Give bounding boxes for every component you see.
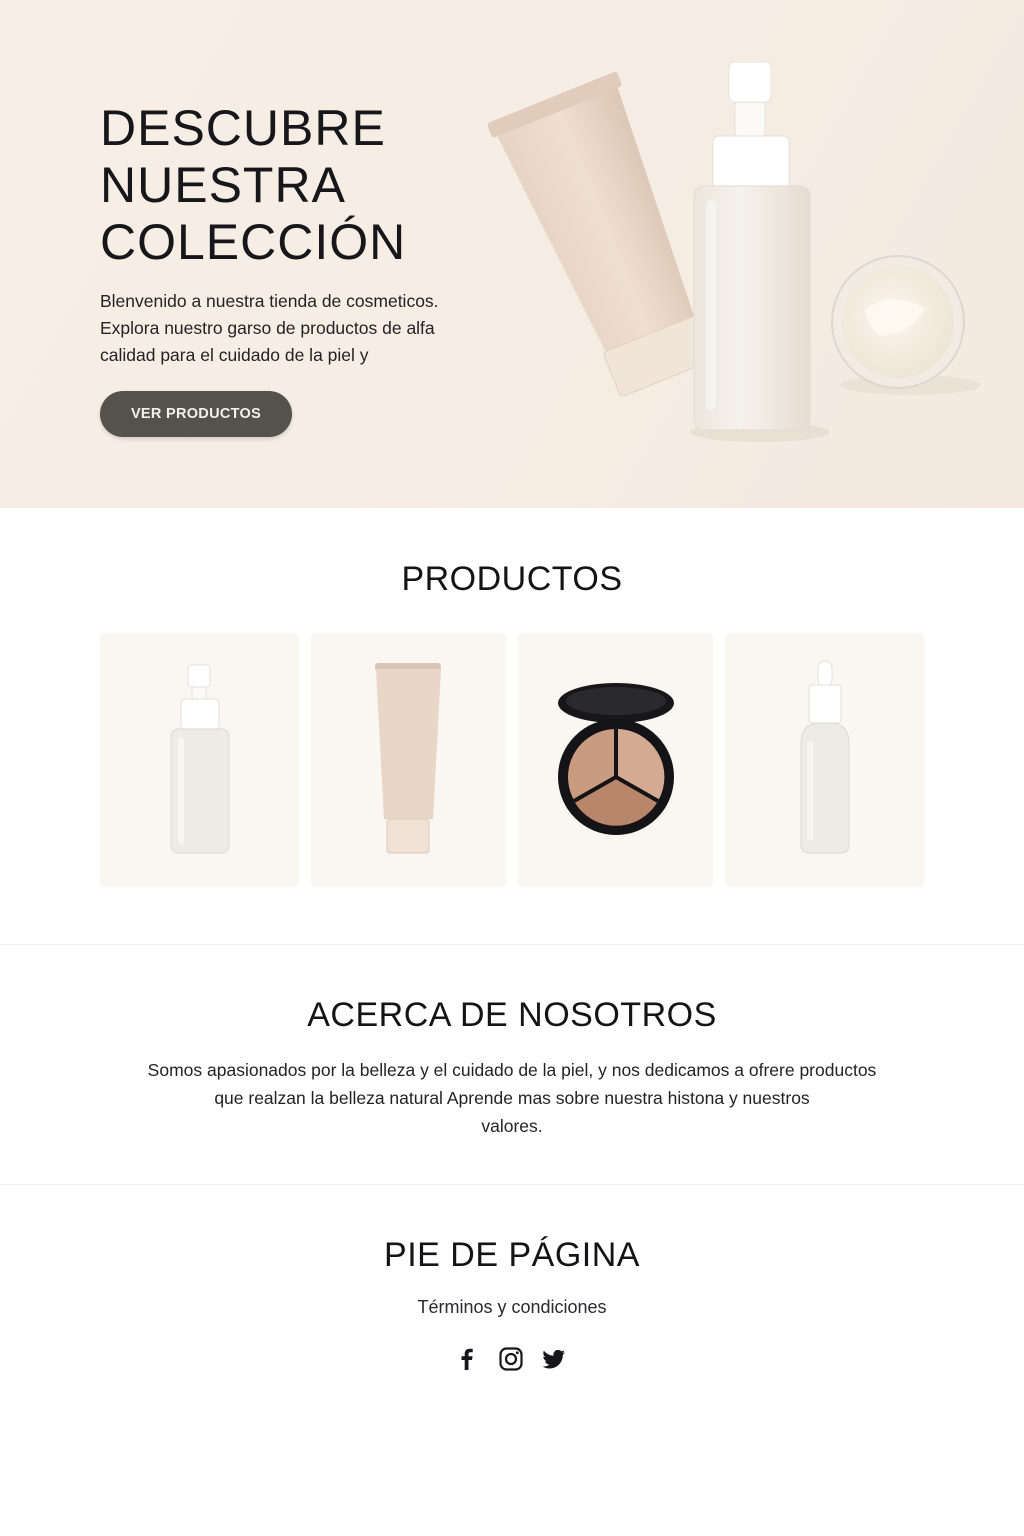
facebook-icon[interactable]	[454, 1346, 480, 1372]
about-description-line: Somos apasionados por la belleza y el cu…	[147, 1060, 877, 1080]
hero-description-line: Blenvenido a nuestra tienda de cosmetico…	[100, 291, 439, 311]
about-description-line: valores.	[481, 1116, 543, 1136]
about-title: ACERCA DE NOSOTROS	[307, 996, 717, 1034]
about-description: Somos apasionados por la belleza y el cu…	[0, 1056, 1024, 1140]
spray-bottle-icon	[170, 664, 230, 854]
about-description-line: que realzan la belleza natural Aprende m…	[214, 1088, 810, 1108]
section-divider	[0, 1184, 1024, 1185]
product-card[interactable]	[518, 633, 713, 887]
dropper-bottle-icon	[800, 660, 850, 854]
hero-description-line: Explora nuestro garso de productos de al…	[100, 318, 435, 338]
hero-description-line: calidad para el cuidado de la piel y	[100, 345, 369, 365]
hero-title-line: DESCUBRE	[100, 100, 386, 156]
hero-section: DESCUBRE NUESTRA COLECCIÓN Blenvenido a …	[0, 0, 1024, 508]
twitter-icon[interactable]	[541, 1346, 567, 1372]
product-card[interactable]	[725, 633, 925, 887]
product-card[interactable]	[100, 633, 299, 887]
footer-title: PIE DE PÁGINA	[384, 1236, 640, 1274]
hero-product-image	[487, 61, 980, 442]
terms-link[interactable]: Términos y condiciones	[0, 1297, 1024, 1318]
instagram-icon[interactable]	[498, 1346, 524, 1372]
hero-title: DESCUBRE NUESTRA COLECCIÓN	[100, 100, 520, 271]
hero-title-line: NUESTRA	[100, 157, 346, 213]
view-products-button[interactable]: VER PRODUCTOS	[100, 391, 292, 437]
products-title: PRODUCTOS	[401, 560, 623, 598]
hero-description: Blenvenido a nuestra tienda de cosmetico…	[100, 288, 480, 369]
product-card[interactable]	[311, 633, 506, 887]
tube-icon	[375, 663, 441, 854]
hero-title-line: COLECCIÓN	[100, 214, 407, 270]
concealer-palette-icon	[558, 683, 674, 835]
section-divider	[0, 944, 1024, 945]
